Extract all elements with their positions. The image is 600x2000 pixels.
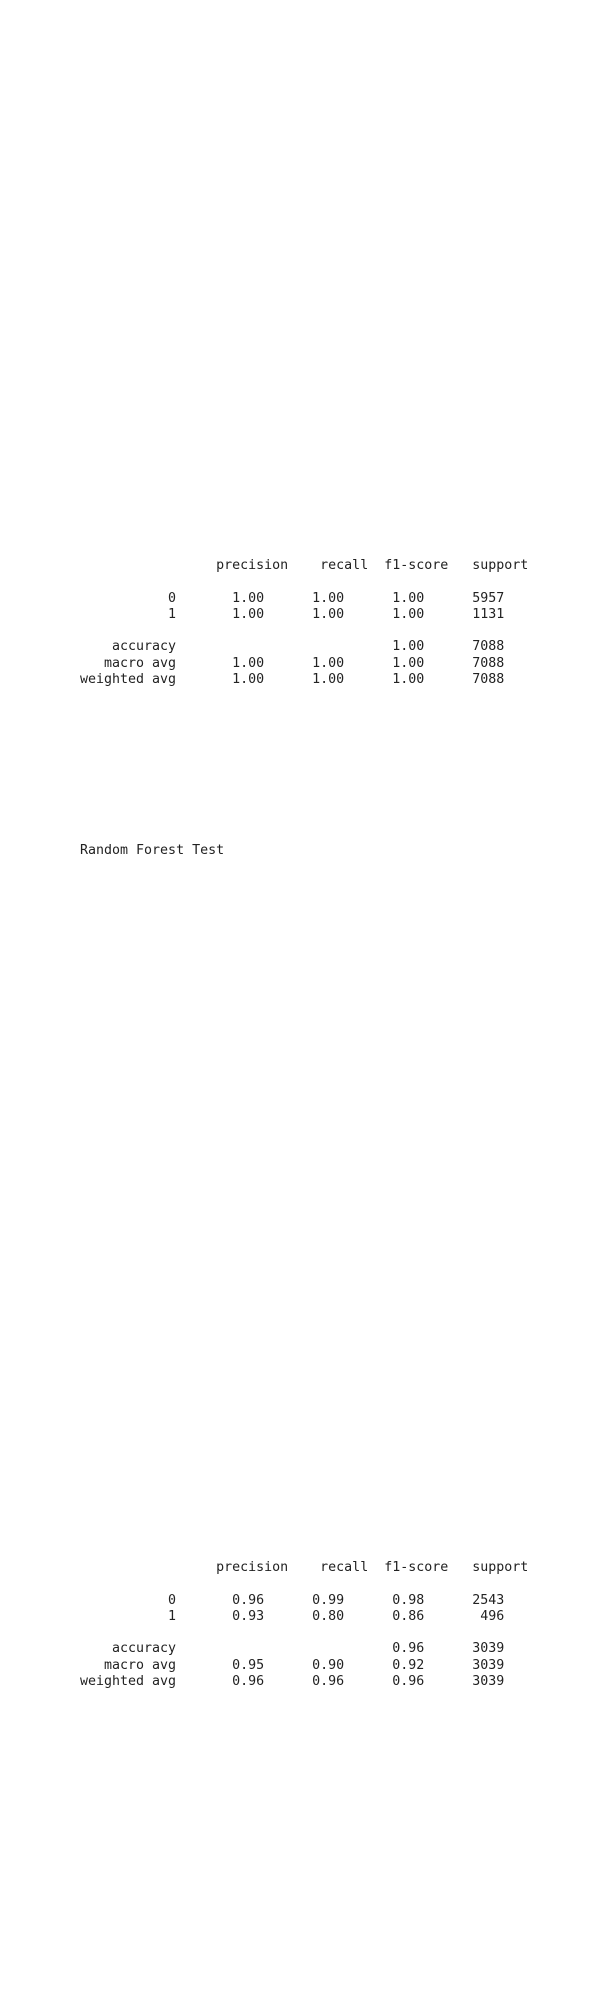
train-classification-report: precision recall f1-score support 0 1.00…	[80, 558, 529, 687]
random-forest-test-label: Random Forest Test	[80, 843, 225, 858]
test-classification-report: precision recall f1-score support 0 0.96…	[80, 1560, 529, 1689]
